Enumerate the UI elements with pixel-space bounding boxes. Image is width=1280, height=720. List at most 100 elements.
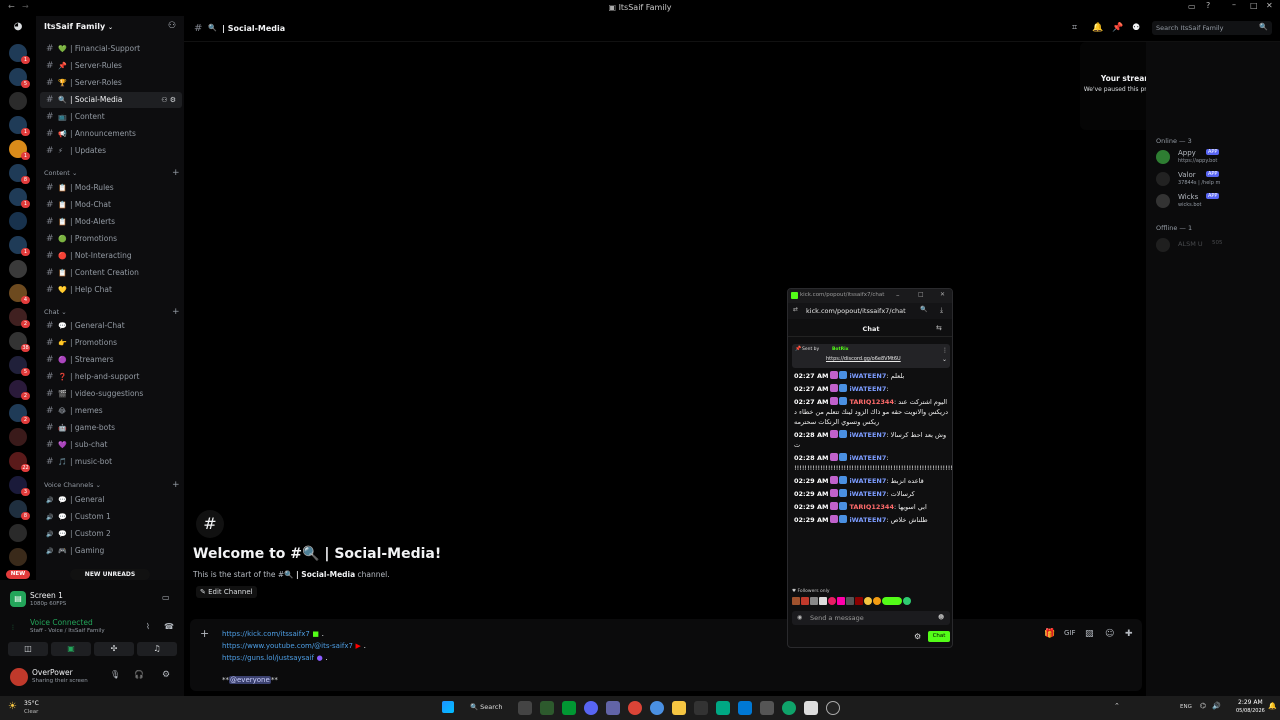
sticker-icon[interactable]: ▧ — [1085, 629, 1094, 639]
settings-gear-icon[interactable]: ⚙ — [162, 670, 170, 680]
threads-icon[interactable]: ⌗ — [1072, 23, 1077, 33]
emote[interactable] — [810, 597, 818, 605]
gift-icon[interactable]: 🎁 — [1044, 629, 1055, 639]
member-row[interactable]: Valor APP 37844s | /help m — [1156, 170, 1276, 190]
discord-icon[interactable] — [584, 701, 598, 715]
maximize-icon[interactable]: □ — [918, 291, 924, 298]
message-username[interactable]: iWATEEN7 — [849, 372, 886, 380]
close-icon[interactable]: ✕ — [1266, 2, 1273, 10]
channel-item[interactable]: # 💚 | Financial-Support — [40, 41, 182, 57]
clock-date[interactable]: 05/08/2026 — [1236, 708, 1265, 714]
message-username[interactable]: iWATEEN7 — [849, 454, 886, 462]
channel-item[interactable]: # 📢 | Announcements — [40, 126, 182, 142]
terminal-icon[interactable] — [540, 701, 554, 715]
more-options-icon[interactable]: ⋮ — [942, 347, 948, 354]
tray-overflow-icon[interactable]: ⌃ — [1114, 702, 1120, 710]
category-chat[interactable]: Chat ⌄ + — [44, 307, 180, 317]
channel-item[interactable]: # 📋 | Mod-Alerts — [40, 214, 182, 230]
emote[interactable] — [903, 597, 911, 605]
emote[interactable] — [882, 597, 902, 605]
channel-item[interactable]: # 🟣 | Streamers — [40, 352, 182, 368]
channel-item[interactable]: 🔊 💬 | General — [40, 492, 182, 508]
message-username[interactable]: iWATEEN7 — [849, 431, 886, 439]
channel-item[interactable]: # 🟢 | Promotions — [40, 231, 182, 247]
server-icon[interactable]: 1 — [9, 116, 30, 136]
teams-icon[interactable] — [606, 701, 620, 715]
channel-item[interactable]: 🔊 💬 | Custom 1 — [40, 509, 182, 525]
popout-url[interactable]: kick.com/popout/itssaifx7/chat — [806, 307, 906, 315]
server-icon[interactable]: 1 — [9, 44, 30, 64]
composer-link-youtube[interactable]: https://www.youtube.com/@its-saifx7 — [222, 642, 353, 650]
server-icon[interactable]: 1 — [9, 140, 30, 160]
keyboard-icon[interactable] — [760, 701, 774, 715]
app-icon[interactable] — [716, 701, 730, 715]
channel-item[interactable]: # 🤖 | game-bots — [40, 420, 182, 436]
add-channel-icon[interactable]: + — [172, 480, 180, 490]
message-username[interactable]: iWATEEN7 — [849, 385, 886, 393]
voice-connected-label[interactable]: Voice Connected — [30, 618, 93, 627]
member-row[interactable]: ALSM U 505 — [1156, 238, 1276, 254]
headphones-icon[interactable]: 🎧 — [134, 670, 144, 679]
message-username[interactable]: TARIQ12344 — [849, 503, 894, 511]
composer-link-kick[interactable]: https://kick.com/itssaifx7 — [222, 630, 310, 638]
server-name[interactable]: ItsSaif Family ⌄ — [44, 22, 113, 31]
member-list-icon[interactable]: ⚉ — [1132, 23, 1140, 33]
server-icon[interactable]: 3 — [9, 476, 30, 496]
chat-input[interactable]: ◉ Send a message ☻ — [792, 611, 950, 625]
server-icon[interactable]: 2 — [9, 308, 30, 328]
security-icon[interactable] — [738, 701, 752, 715]
calculator-icon[interactable] — [694, 701, 708, 715]
add-attachment-icon[interactable]: + — [200, 627, 209, 640]
search-icon[interactable]: 🔍 — [920, 306, 927, 313]
channel-item[interactable]: # ❓ | help-and-support — [40, 369, 182, 385]
message-username[interactable]: iWATEEN7 — [849, 477, 886, 485]
chat-settings-gear-icon[interactable]: ⚙ — [914, 632, 921, 641]
channel-item[interactable]: # 🔴 | Not-Interacting — [40, 248, 182, 264]
emote[interactable] — [819, 597, 827, 605]
server-icon[interactable]: 8 — [9, 500, 30, 520]
emote[interactable] — [837, 597, 845, 605]
clock-time[interactable]: 2:29 AM — [1238, 699, 1263, 706]
emoji-icon[interactable]: ☻ — [938, 614, 944, 621]
member-row[interactable]: Wicks APP wicks.bot — [1156, 192, 1276, 212]
category-content[interactable]: Content ⌄ + — [44, 168, 180, 178]
screen-share-button-icon[interactable]: ▣ — [51, 642, 91, 656]
server-icon[interactable]: 1 — [9, 236, 30, 256]
new-badge[interactable]: NEW — [6, 570, 30, 579]
channel-item[interactable]: # 🎵 | music-bot — [40, 454, 182, 470]
search-input[interactable]: Search ItsSaif Family 🔍 — [1152, 21, 1272, 35]
emote[interactable] — [846, 597, 854, 605]
server-icon[interactable]: 2 — [9, 380, 30, 400]
channel-item[interactable]: 🔊 🎮 | Gaming — [40, 543, 182, 559]
channel-item[interactable]: # 📋 | Content Creation — [40, 265, 182, 281]
bell-icon[interactable]: 🔔 — [1092, 23, 1103, 33]
noise-suppression-icon[interactable]: ⌇ — [146, 622, 150, 631]
avatar[interactable] — [10, 668, 28, 686]
server-icon[interactable] — [9, 548, 27, 566]
add-channel-icon[interactable]: + — [172, 307, 180, 317]
channel-item[interactable]: # 💜 | sub-chat — [40, 437, 182, 453]
camera-icon[interactable]: ◫ — [8, 642, 48, 656]
member-row[interactable]: Appy APP https://appy.bot — [1156, 148, 1276, 168]
composer-text[interactable]: https://kick.com/itssaifx7 ■ . https://w… — [222, 628, 366, 686]
channel-item[interactable]: # 😂 | memes — [40, 403, 182, 419]
expand-icon[interactable]: ⌄ — [942, 356, 947, 363]
server-icon[interactable] — [9, 428, 27, 446]
emote[interactable] — [792, 597, 800, 605]
server-icon[interactable]: 22 — [9, 452, 30, 472]
message-composer[interactable]: + https://kick.com/itssaifx7 ■ . https:/… — [190, 619, 1142, 691]
channel-item[interactable]: # 📺 | Content — [40, 109, 182, 125]
channel-item[interactable]: # 📌 | Server-Rules — [40, 58, 182, 74]
edit-channel-button[interactable]: ✎ Edit Channel — [196, 586, 257, 598]
channel-item[interactable]: # 📋 | Mod-Chat — [40, 197, 182, 213]
chat-send-button[interactable]: Chat — [928, 631, 950, 642]
mention-everyone[interactable]: @everyone — [229, 676, 271, 684]
gif-icon[interactable]: GIF — [1064, 629, 1076, 637]
emote[interactable] — [864, 597, 872, 605]
task-view-icon[interactable] — [518, 701, 532, 715]
help-icon[interactable]: ? — [1206, 2, 1210, 10]
edge-icon[interactable] — [782, 701, 796, 715]
apps-icon[interactable]: ✚ — [1125, 629, 1133, 639]
language-indicator[interactable]: ENG — [1180, 704, 1192, 710]
emoji-icon[interactable]: ☺ — [1105, 629, 1114, 639]
